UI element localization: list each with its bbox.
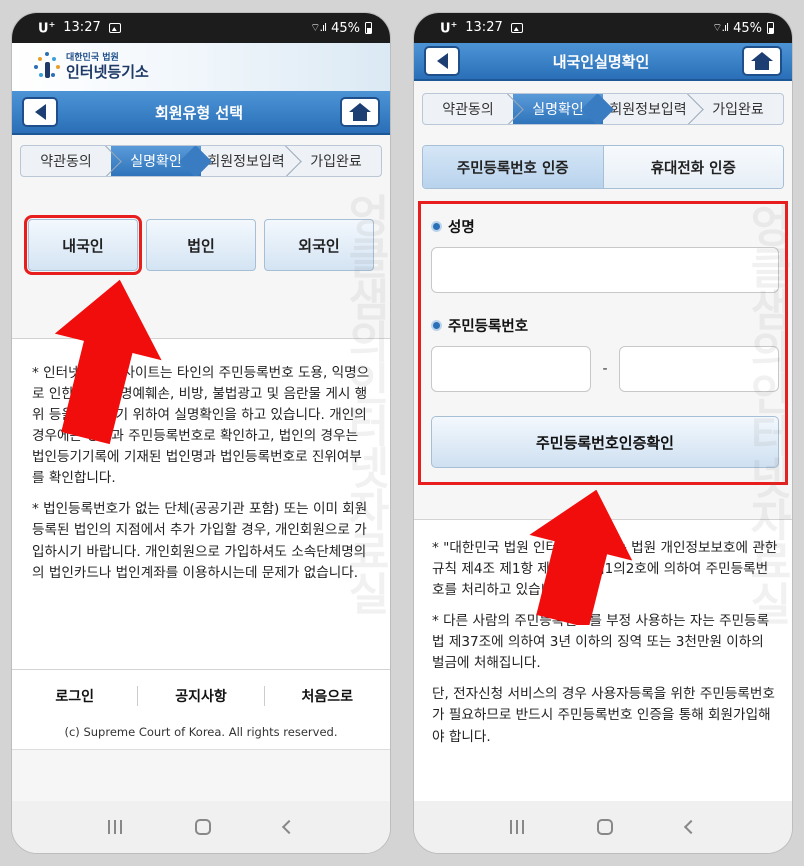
step-terms: 약관동의 xyxy=(21,146,111,176)
system-home-icon[interactable] xyxy=(194,819,211,835)
tab-ssn-auth[interactable]: 주민등록번호 인증 xyxy=(423,146,604,188)
notice-paragraph: * 법인등록번호가 없는 단체(공공기관 포함) 또는 이미 회원등록된 법인의… xyxy=(32,501,368,581)
copyright-text: (c) Supreme Court of Korea. All rights r… xyxy=(12,721,390,750)
notice-paragraph: * 인터넷등기소 사이트는 타인의 주민등록번호 도용, 익명으로 인한 타인의… xyxy=(32,365,370,487)
step-terms: 약관동의 xyxy=(423,94,513,124)
login-link[interactable]: 로그인 xyxy=(12,685,139,706)
home-icon xyxy=(349,103,371,121)
step-complete: 가입완료 xyxy=(310,154,362,170)
name-label: 성명 xyxy=(431,216,779,237)
system-nav-bar xyxy=(414,801,792,853)
step-verification: 실명확인 xyxy=(513,94,603,124)
recent-apps-icon[interactable] xyxy=(108,820,123,834)
step-member-info: 회원정보입력 xyxy=(201,146,291,176)
name-input[interactable] xyxy=(431,247,779,293)
home-icon xyxy=(750,52,773,70)
system-nav-bar xyxy=(12,801,390,853)
member-type-selector: 내국인 법인 외국인 xyxy=(12,187,390,339)
notice-paragraph: * 다른 사람의 주민등록번호를 부정 사용하는 자는 주민등록법 제37조에 … xyxy=(432,613,770,672)
auth-method-tabs: 주민등록번호 인증 휴대전화 인증 xyxy=(422,145,784,189)
carrier-label: U+ xyxy=(440,19,458,37)
page-title: 회원유형 선택 xyxy=(154,103,244,122)
notice-paragraph: * "대한민국 법원 인터넷등기소"는 법원 개인정보보호에 관한 규칙 제4조… xyxy=(432,540,778,599)
ssn-back-input[interactable] xyxy=(619,346,779,392)
ssn-front-input[interactable] xyxy=(431,346,591,392)
ssn-label: 주민등록번호 xyxy=(431,315,779,336)
step-complete: 가입완료 xyxy=(712,102,764,118)
wifi-signal-icon: ⌔.ıl xyxy=(310,21,327,34)
page-title: 내국인실명확인 xyxy=(552,52,650,71)
corporate-type-button[interactable]: 법인 xyxy=(146,219,256,271)
top-nav-bar: 내국인실명확인 xyxy=(414,43,792,81)
carrier-label: U+ xyxy=(38,19,56,37)
phone-screen-right: U+ 13:27 ⌔.ıl 45% 내국인실명확인 약관동의 실명확인 회원정보… xyxy=(413,12,793,854)
wifi-signal-icon: ⌔.ıl xyxy=(712,21,729,34)
back-button[interactable] xyxy=(424,46,460,76)
step-verification: 실명확인 xyxy=(111,146,201,176)
domestic-type-button[interactable]: 내국인 xyxy=(24,215,142,275)
bullet-icon xyxy=(431,221,442,232)
start-over-link[interactable]: 처음으로 xyxy=(265,686,390,706)
logo-title: 인터넷등기소 xyxy=(66,62,149,81)
site-logo-bar[interactable]: 대한민국 법원 인터넷등기소 xyxy=(12,43,390,91)
tab-phone-auth[interactable]: 휴대전화 인증 xyxy=(603,146,783,188)
back-arrow-icon xyxy=(34,104,46,120)
signup-steps: 약관동의 실명확인 회원정보입력 가입완료 xyxy=(20,145,382,177)
home-button[interactable] xyxy=(340,97,380,127)
status-bar: U+ 13:27 ⌔.ıl 45% xyxy=(12,13,390,43)
step-member-info: 회원정보입력 xyxy=(603,94,693,124)
privacy-notice: * "대한민국 법원 인터넷등기소"는 법원 개인정보보호에 관한 규칙 제4조… xyxy=(414,519,792,815)
back-button[interactable] xyxy=(22,97,58,127)
battery-percent: 45% xyxy=(331,20,360,36)
notice-paragraph: 단, 전자신청 서비스의 경우 사용자등록을 위한 주민등록번호가 필요하므로 … xyxy=(432,686,775,745)
battery-percent: 45% xyxy=(733,20,762,36)
ssn-confirm-button[interactable]: 주민등록번호인증확인 xyxy=(431,416,779,468)
clock: 13:27 xyxy=(465,20,503,36)
recent-apps-icon[interactable] xyxy=(510,820,525,834)
system-back-icon[interactable] xyxy=(281,819,296,835)
battery-icon xyxy=(767,22,774,34)
bullet-icon xyxy=(431,320,442,331)
image-icon xyxy=(108,22,121,33)
status-bar: U+ 13:27 ⌔.ıl 45% xyxy=(414,13,792,43)
court-logo-icon xyxy=(34,52,60,82)
back-arrow-icon xyxy=(436,53,448,69)
image-icon xyxy=(510,22,523,33)
foreigner-type-button[interactable]: 외국인 xyxy=(264,219,374,271)
footer-nav: 로그인 공지사항 처음으로 xyxy=(12,669,390,721)
verification-notice: * 인터넷등기소 사이트는 타인의 주민등록번호 도용, 익명으로 인한 타인의… xyxy=(12,339,390,669)
notice-link[interactable]: 공지사항 xyxy=(138,685,265,706)
signup-steps: 약관동의 실명확인 회원정보입력 가입완료 xyxy=(422,93,784,125)
top-nav-bar: 회원유형 선택 xyxy=(12,91,390,135)
system-back-icon[interactable] xyxy=(683,819,698,835)
home-button[interactable] xyxy=(741,46,782,76)
battery-icon xyxy=(365,22,372,34)
ssn-separator: - xyxy=(602,361,608,377)
phone-screen-left: U+ 13:27 ⌔.ıl 45% 대한민국 법원 인터넷등기소 회원유형 선택 xyxy=(11,12,391,854)
clock: 13:27 xyxy=(63,20,101,36)
system-home-icon[interactable] xyxy=(596,819,613,835)
verification-form: 성명 주민등록번호 - 주민등록번호인증확인 xyxy=(418,201,788,485)
